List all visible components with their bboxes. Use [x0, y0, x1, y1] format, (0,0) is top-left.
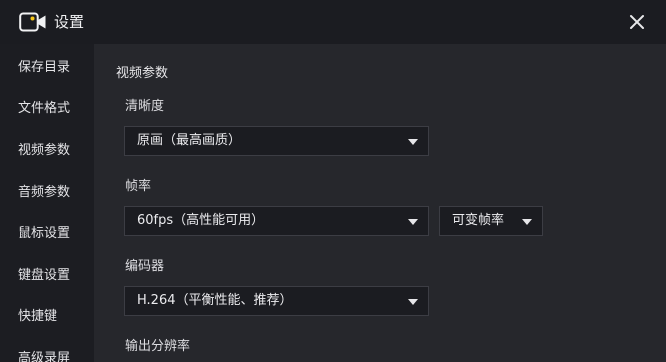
settings-content: 视频参数 清晰度 原画（最高画质） 帧率 60fps（高性能可用） 可变帧率 编…: [94, 44, 666, 362]
sidebar-item-label: 保存目录: [18, 60, 71, 75]
sidebar-item-label: 高级录屏: [18, 351, 71, 362]
clarity-label: 清晰度: [125, 99, 165, 114]
chevron-down-icon: [408, 219, 418, 225]
sidebar-item-label: 鼠标设置: [18, 226, 71, 241]
window-title: 设置: [54, 13, 85, 31]
framerate-label: 帧率: [125, 179, 152, 194]
encoder-select[interactable]: H.264（平衡性能、推荐）: [124, 286, 429, 316]
close-icon[interactable]: [626, 11, 648, 33]
sidebar-item-video-params[interactable]: 视频参数: [0, 132, 94, 170]
encoder-value: H.264（平衡性能、推荐）: [137, 293, 293, 308]
video-camera-icon: [19, 12, 46, 32]
sidebar-item-label: 键盘设置: [18, 268, 71, 283]
title-bar: 设置: [0, 0, 666, 44]
chevron-down-icon: [522, 219, 532, 225]
framerate-value: 60fps（高性能可用）: [137, 213, 265, 228]
sidebar-item-hotkeys[interactable]: 快捷键: [0, 298, 94, 336]
sidebar-item-audio-params[interactable]: 音频参数: [0, 174, 94, 212]
sidebar-item-mouse-settings[interactable]: 鼠标设置: [0, 215, 94, 253]
sidebar-item-file-format[interactable]: 文件格式: [0, 90, 94, 128]
resolution-label: 输出分辨率: [125, 339, 191, 354]
clarity-value: 原画（最高画质）: [137, 133, 242, 148]
sidebar-item-label: 文件格式: [18, 101, 71, 116]
chevron-down-icon: [408, 139, 418, 145]
framerate-select[interactable]: 60fps（高性能可用）: [124, 206, 429, 236]
encoder-label: 编码器: [125, 259, 165, 274]
sidebar-item-label: 音频参数: [18, 185, 71, 200]
settings-sidebar: 保存目录 文件格式 视频参数 音频参数 鼠标设置 键盘设置 快捷键 高级录屏: [0, 44, 94, 362]
sidebar-item-keyboard-settings[interactable]: 键盘设置: [0, 257, 94, 295]
sidebar-item-advanced-recording[interactable]: 高级录屏: [0, 340, 94, 362]
section-title: 视频参数: [116, 66, 169, 81]
framerate-mode-select[interactable]: 可变帧率: [439, 206, 543, 236]
clarity-select[interactable]: 原画（最高画质）: [124, 126, 429, 156]
framerate-mode-value: 可变帧率: [452, 213, 505, 228]
sidebar-item-save-directory[interactable]: 保存目录: [0, 49, 94, 87]
chevron-down-icon: [408, 299, 418, 305]
sidebar-item-label: 视频参数: [18, 143, 71, 158]
sidebar-item-label: 快捷键: [18, 309, 58, 324]
